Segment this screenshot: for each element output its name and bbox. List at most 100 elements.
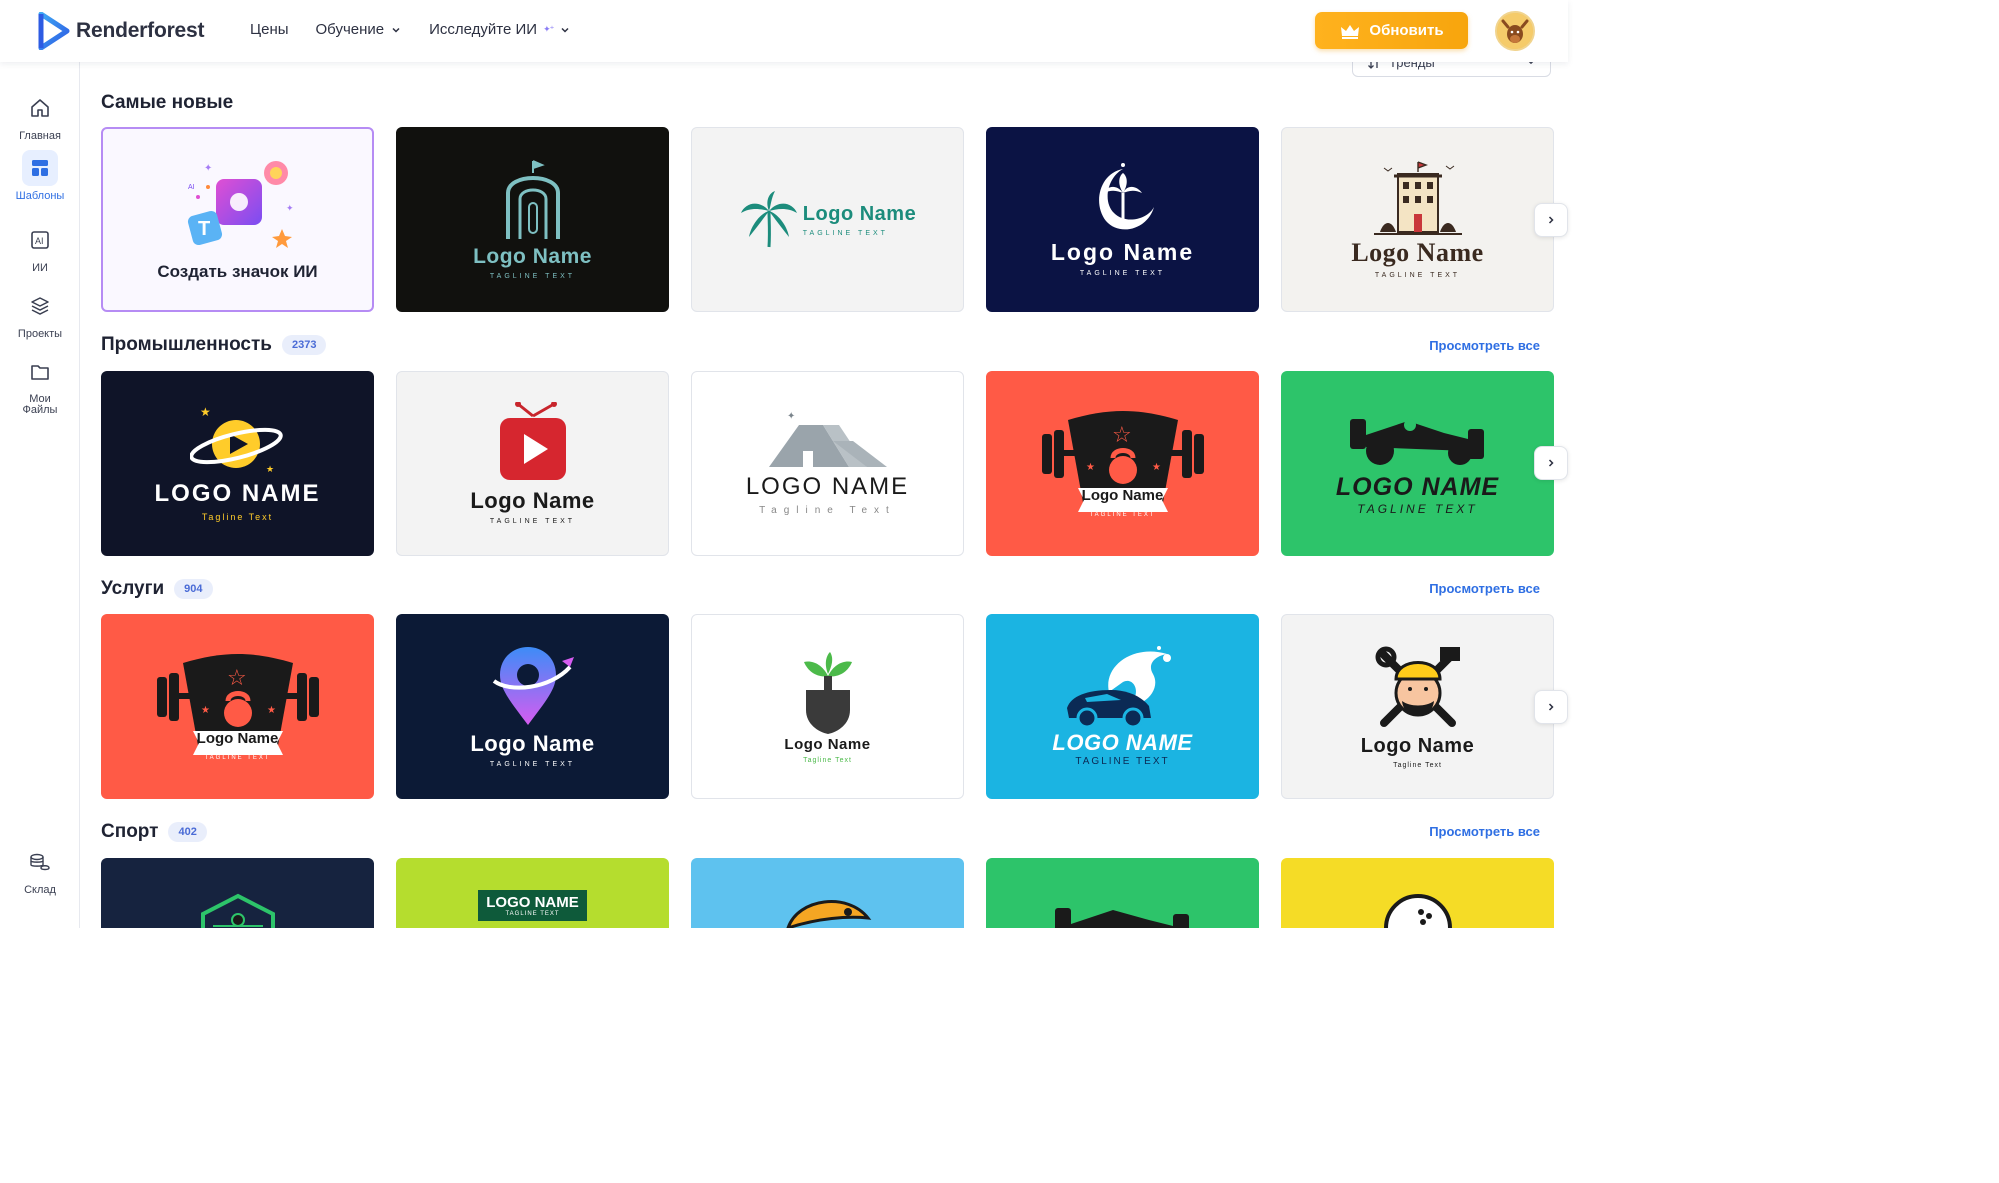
brand-logo[interactable]: Renderforest	[38, 12, 204, 50]
svg-text:☆: ☆	[227, 665, 247, 690]
section-title-industry: Промышленность 2373	[101, 334, 327, 356]
user-avatar[interactable]	[1495, 11, 1535, 51]
template-card[interactable]: Logo Name Tagline Text	[396, 371, 669, 556]
left-sidebar: Главная Шаблоны AI ИИ Проекты Мои Файлы …	[0, 62, 80, 928]
brand-play-icon	[38, 12, 70, 50]
sidebar-item-ai[interactable]: AI ИИ	[0, 222, 80, 274]
template-card[interactable]: Logo Name Tagline Text	[396, 614, 669, 799]
carousel-next-button[interactable]	[1534, 446, 1568, 480]
svg-text:☆: ☆	[1112, 422, 1132, 447]
nav-explore-ai[interactable]: Исследуйте ИИ ✦⁺	[429, 21, 571, 38]
fish-logo-icon	[785, 900, 871, 928]
row-services: ☆ ★ ★ Logo Name Tagline Text Logo Name Ta…	[101, 614, 1554, 799]
chevron-right-icon	[1548, 703, 1554, 711]
create-ai-logo-card[interactable]: T ✦ ✦ AI Создать значок ИИ	[101, 127, 374, 312]
sparkle-icon: ✦⁺	[543, 24, 554, 34]
sidebar-item-home[interactable]: Главная	[0, 90, 80, 142]
kettlebell-gym-badge-icon: ☆ ★ ★	[156, 653, 319, 755]
race-car-logo-icon	[1054, 908, 1189, 928]
count-badge: 402	[168, 822, 207, 842]
templates-icon	[22, 150, 58, 186]
row-industry: ★ ★ LOGO NAME Tagline Text Logo Name Tag…	[101, 371, 1554, 556]
template-card[interactable]	[691, 858, 964, 928]
template-card[interactable]: LOGO NAME Tagline Text	[986, 614, 1259, 799]
template-card[interactable]: LOGO NAME Tagline Text	[396, 858, 669, 928]
shovel-sprout-logo-icon	[803, 651, 852, 734]
template-card[interactable]	[986, 858, 1259, 928]
view-all-link[interactable]: Просмотреть все	[1429, 581, 1540, 596]
svg-text:✦: ✦	[204, 163, 212, 174]
tv-play-logo-icon	[499, 402, 566, 480]
carousel-next-button[interactable]	[1534, 203, 1568, 237]
count-badge: 2373	[281, 335, 327, 355]
bowling-ball-logo-icon	[1383, 894, 1452, 928]
row-newest: T ✦ ✦ AI Создать значок ИИ Logo Name Tag…	[101, 127, 1554, 312]
template-card[interactable]: ☆ ★ ★ Logo Name Tagline Text	[101, 614, 374, 799]
palm-tree-logo-icon	[740, 190, 797, 247]
chevron-down-icon	[392, 27, 400, 33]
template-card[interactable]	[1281, 858, 1554, 928]
nav-pricing[interactable]: Цены	[250, 21, 289, 38]
view-all-link[interactable]: Просмотреть все	[1429, 338, 1540, 353]
upgrade-button[interactable]: Обновить	[1315, 12, 1468, 49]
count-badge: 904	[174, 579, 213, 599]
section-title-newest: Самые новые	[101, 92, 234, 113]
carousel-next-button[interactable]	[1534, 690, 1568, 724]
nav-learning[interactable]: Обучение	[316, 21, 403, 38]
row-sport: LOGO NAME Tagline Text	[101, 858, 1554, 928]
stock-icon	[22, 844, 58, 880]
svg-text:✦: ✦	[286, 203, 294, 213]
template-card[interactable]: Logo Name Tagline Text	[691, 127, 964, 312]
location-pin-plane-logo-icon	[492, 647, 574, 725]
ai-logo-illustration-icon: T ✦ ✦ AI	[187, 161, 294, 248]
svg-text:✦: ✦	[787, 411, 795, 422]
brand-name: Renderforest	[76, 19, 205, 42]
svg-text:★: ★	[201, 705, 210, 716]
svg-text:★: ★	[1086, 462, 1095, 473]
chevron-right-icon	[1548, 216, 1554, 224]
main-nav: Цены Обучение Исследуйте ИИ ✦⁺	[250, 21, 598, 38]
svg-text:T: T	[198, 218, 210, 240]
template-card[interactable]: Logo Name Tagline Text	[986, 127, 1259, 312]
sidebar-item-templates[interactable]: Шаблоны	[0, 150, 80, 202]
template-card[interactable]: Logo Name Tagline Text	[1281, 614, 1554, 799]
logo-badge: LOGO NAME Tagline Text	[478, 890, 587, 921]
house-building-logo-icon	[1373, 161, 1462, 235]
svg-text:★: ★	[266, 464, 274, 474]
roof-house-logo-icon: ✦	[768, 411, 887, 467]
sidebar-item-projects[interactable]: Проекты	[0, 288, 80, 340]
race-car-logo-icon	[1349, 419, 1484, 465]
template-card[interactable]: ★ ★ LOGO NAME Tagline Text	[101, 371, 374, 556]
home-icon	[22, 90, 58, 126]
svg-text:AI: AI	[188, 184, 195, 191]
sidebar-item-stock[interactable]: Склад	[0, 844, 80, 896]
top-header: Renderforest Цены Обучение Исследуйте ИИ…	[0, 0, 1568, 62]
view-all-link[interactable]: Просмотреть все	[1429, 824, 1540, 839]
moon-palm-logo-icon	[1098, 162, 1154, 229]
section-title-sport: Спорт 402	[101, 821, 207, 843]
section-title-services: Услуги 904	[101, 578, 213, 600]
chevron-down-icon	[561, 27, 569, 33]
football-field-logo-icon	[200, 893, 275, 928]
template-card[interactable]: Logo Name Tagline Text	[691, 614, 964, 799]
template-card[interactable]: ✦ LOGO NAME Tagline Text	[691, 371, 964, 556]
template-card[interactable]	[101, 858, 374, 928]
chevron-right-icon	[1548, 459, 1554, 467]
castle-gate-logo-icon	[505, 160, 560, 239]
ai-icon: AI	[22, 222, 58, 258]
template-card[interactable]: LOGO NAME Tagline Text	[1281, 371, 1554, 556]
template-card[interactable]: Logo Name Tagline Text	[396, 127, 669, 312]
car-splash-logo-icon	[1066, 646, 1171, 729]
folder-icon	[22, 354, 58, 390]
template-card[interactable]: Logo Name Tagline Text	[1281, 127, 1554, 312]
template-card[interactable]: ☆ ★ ★ Logo Name Tagline Text	[986, 371, 1259, 556]
layers-icon	[22, 288, 58, 324]
kettlebell-gym-badge-icon: ☆ ★ ★	[1041, 410, 1204, 512]
sidebar-item-my-files[interactable]: Мои Файлы	[0, 354, 80, 416]
handyman-tools-logo-icon	[1375, 646, 1460, 727]
svg-text:AI: AI	[35, 236, 44, 246]
moose-avatar-icon	[1497, 13, 1533, 49]
planet-play-logo-icon: ★ ★	[189, 406, 283, 474]
svg-text:★: ★	[1152, 462, 1161, 473]
crown-icon	[1341, 24, 1360, 39]
